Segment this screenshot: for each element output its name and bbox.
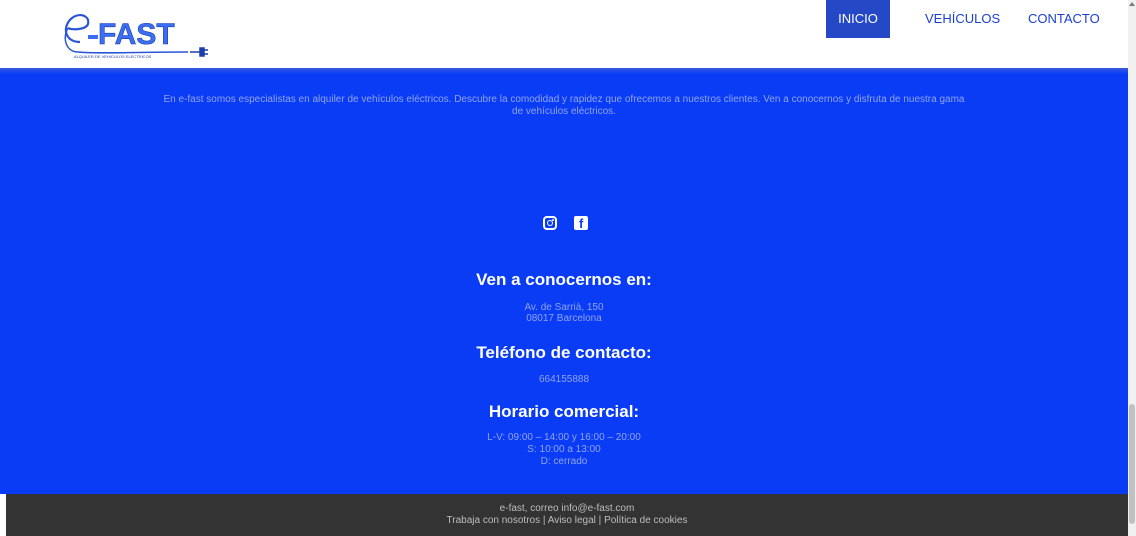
footer-link-cookies[interactable]: Política de cookies [604,515,687,526]
site-footer: e-fast, correo info@e-fast.com Trabaja c… [6,494,1128,536]
location-heading: Ven a conocernos en: [476,270,652,289]
footer-contact: e-fast, correo info@e-fast.com [499,503,635,514]
instagram-icon[interactable] [543,216,557,230]
scrollbar[interactable] [1128,0,1136,536]
footer-separator: | [540,515,548,526]
nav-vehiculos[interactable]: VEHÍCULOS [925,0,1000,38]
intro-text: En e-fast somos especialistas en alquile… [163,94,965,117]
main-section: En e-fast somos especialistas en alquile… [0,68,1128,494]
nav-inicio[interactable]: INICIO [826,0,890,38]
footer-separator: | [595,515,605,526]
e-fast-logo[interactable]: FAST ALQUILER DE VEHICULOS ELECTRICOS [58,8,218,64]
footer-link-trabaja[interactable]: Trabaja con nosotros [447,515,541,526]
address-line-1: Av. de Sarrià, 150 [524,302,604,313]
scrollbar-thumb[interactable] [1129,404,1135,524]
site-header: FAST ALQUILER DE VEHICULOS ELECTRICOS IN… [0,0,1128,70]
footer-links: Trabaja con nosotros | Aviso legal | Pol… [6,515,1128,526]
page: FAST ALQUILER DE VEHICULOS ELECTRICOS IN… [0,0,1128,536]
facebook-icon[interactable] [574,216,588,231]
hours-heading: Horario comercial: [488,402,640,421]
hours-sunday: D: cerrado [540,456,588,467]
nav-contacto[interactable]: CONTACTO [1028,0,1100,38]
scroll-up-icon[interactable] [1129,2,1135,6]
hours-saturday: S: 10:00 a 13:00 [527,444,601,455]
logo-text: FAST [98,18,175,51]
phone-number: 664155888 [538,374,590,385]
address-line-2: 08017 Barcelona [526,313,602,324]
hours-weekdays: L-V: 09:00 – 14:00 y 16:00 – 20:00 [487,432,641,443]
footer-link-aviso-legal[interactable]: Aviso legal [548,515,596,526]
phone-heading: Teléfono de contacto: [476,343,652,362]
logo-tagline: ALQUILER DE VEHICULOS ELECTRICOS [74,54,152,59]
